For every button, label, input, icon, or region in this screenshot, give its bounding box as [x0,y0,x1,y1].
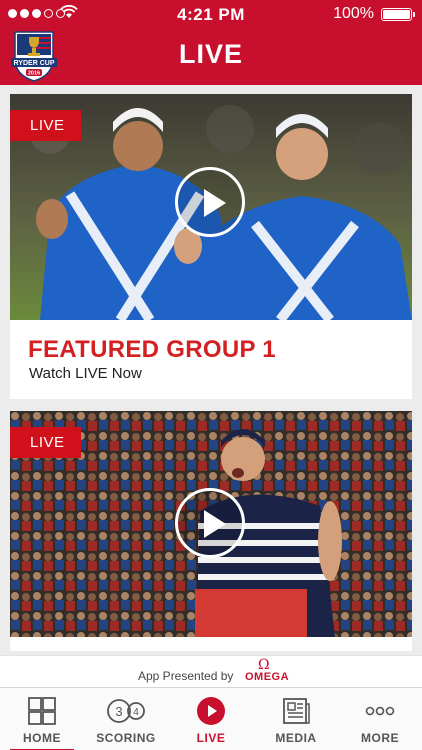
live-badge: LIVE [10,427,81,458]
play-button[interactable] [175,488,245,558]
tab-label: MORE [361,731,399,745]
tab-live[interactable]: LIVE [169,688,253,750]
tab-scoring[interactable]: 3 4 SCORING [84,688,168,750]
scoring-icon: 3 4 [107,699,145,723]
card-title[interactable]: FEATURED GROUP 1 [28,336,276,364]
featured-group-card[interactable]: LIVE FEATURED GROUP 1 Watch LIVE Now [10,94,412,399]
play-icon [197,697,225,725]
scoring-left: 3 [115,704,122,719]
play-button[interactable] [175,167,245,237]
tab-label: SCORING [96,731,156,745]
grid-icon [28,697,56,725]
tab-label: LIVE [196,731,226,745]
live-video-card[interactable]: LIVE [10,411,412,651]
sponsor-bar: App Presented by Ω OMEGA [0,655,422,687]
omega-brand: OMEGA [245,671,290,683]
tab-label: MEDIA [275,731,317,745]
page-title: LIVE [178,39,243,69]
more-icon [365,706,395,716]
tab-bar: HOME 3 4 SCORING LIVE MEDIA MORE [0,687,422,750]
tab-home[interactable]: HOME [0,688,84,750]
battery-percent: 100% [333,5,374,22]
status-bar: 4:21 PM 100% [0,0,422,28]
tab-more[interactable]: MORE [338,688,422,750]
tab-media[interactable]: MEDIA [254,688,338,750]
newspaper-icon [283,698,310,724]
scoring-right: 4 [133,707,139,718]
tab-label: HOME [23,731,61,745]
presented-by-label: App Presented by [138,669,234,683]
card-subtitle[interactable]: Watch LIVE Now [29,365,142,382]
app-header: RYDER CUP 2016 LIVE [0,28,422,85]
battery-icon [381,8,415,21]
live-badge: LIVE [10,110,81,141]
logo-year: 2016 [28,71,40,77]
